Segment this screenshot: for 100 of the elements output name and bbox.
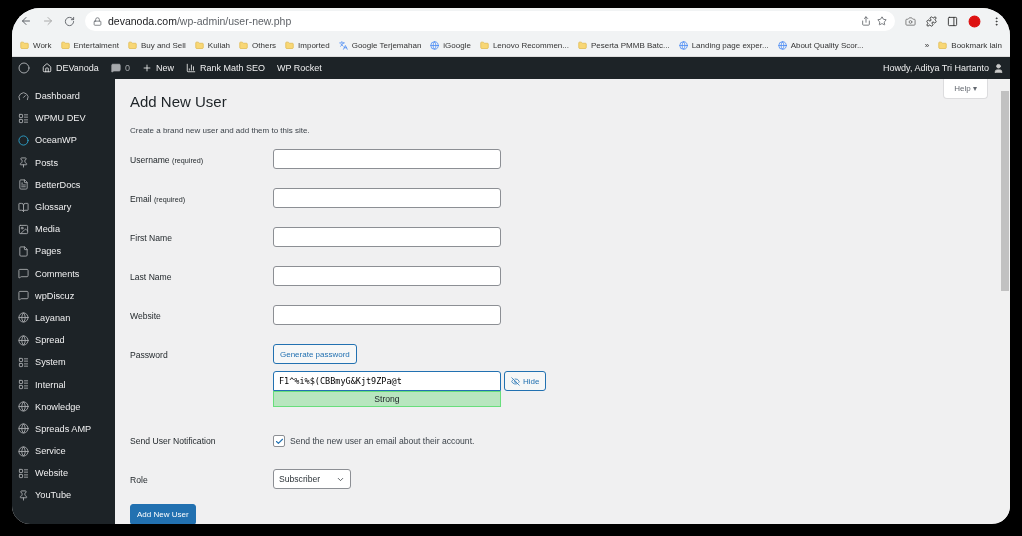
folder-icon	[194, 40, 204, 50]
folder-icon	[127, 40, 137, 50]
address-bar[interactable]: devanoda.com/wp-admin/user-new.php	[85, 11, 895, 31]
menu-item-icon	[18, 312, 29, 324]
bookmark-item[interactable]: Kuliah	[194, 40, 231, 50]
folder-icon	[239, 40, 249, 50]
bookmark-item[interactable]: Imported	[285, 40, 330, 50]
site-link[interactable]: DEVanoda	[42, 63, 99, 73]
folder-icon	[479, 40, 489, 50]
menu-item-icon	[18, 467, 29, 479]
bookmark-item[interactable]: Buy and Sell	[127, 40, 186, 50]
reload-icon[interactable]	[64, 15, 75, 27]
sidebar-item[interactable]: wpDiscuz	[12, 284, 115, 307]
eye-slash-icon	[511, 376, 520, 386]
menu-item-icon	[18, 423, 29, 435]
generate-password-button[interactable]: Generate password	[273, 344, 357, 364]
avatar-icon	[993, 62, 1004, 74]
sidebar-item[interactable]: Internal	[12, 373, 115, 396]
more-bookmarks-button[interactable]: »	[924, 40, 930, 50]
menu-item-icon	[18, 489, 29, 501]
text-field[interactable]	[273, 227, 501, 247]
password-field[interactable]: F1^%i%$(CBBmyG&Kjt9ZPa@t	[273, 371, 501, 391]
sidebar-item[interactable]: WPMU DEV	[12, 107, 115, 130]
bookmark-item[interactable]: Entertaiment	[60, 40, 119, 50]
admin-bar-link[interactable]: Rank Math SEO	[185, 63, 265, 73]
menu-item-icon	[18, 334, 29, 346]
folder-icon	[577, 40, 587, 50]
sidebar-item[interactable]: Comments	[12, 262, 115, 285]
folder-icon	[60, 40, 70, 50]
menu-item-icon	[18, 401, 29, 413]
bookmark-item[interactable]: Google Terjemahan	[338, 40, 422, 50]
text-field[interactable]	[273, 188, 501, 208]
text-field[interactable]	[273, 266, 501, 286]
sidebar-item[interactable]: Posts	[12, 151, 115, 174]
sidebar-item[interactable]: Glossary	[12, 195, 115, 219]
comment-icon	[110, 63, 121, 73]
folder-icon	[938, 40, 948, 50]
sidebar-item[interactable]: Layanan	[12, 306, 115, 330]
folder-icon	[285, 40, 295, 50]
bookmark-item[interactable]: Lenovo Recommen...	[479, 40, 569, 50]
admin-bar-link[interactable]: WP Rocket	[276, 63, 322, 73]
menu-item-icon	[18, 268, 29, 280]
page-description: Create a brand new user and add them to this site.	[130, 126, 311, 135]
star-icon[interactable]	[877, 16, 887, 26]
sidebar-item[interactable]: Service	[12, 440, 115, 463]
menu-item-icon	[18, 356, 29, 368]
menu-item-icon	[18, 223, 29, 235]
sidebar-item[interactable]: Knowledge	[12, 395, 115, 418]
bookmark-item[interactable]: Bookmark lain	[938, 40, 1002, 50]
account-link[interactable]: Howdy, Aditya Tri Hartanto	[883, 62, 1004, 74]
role-select[interactable]: Subscriber	[273, 469, 351, 489]
sidebar-item[interactable]: OceanWP	[12, 129, 115, 152]
menu-item-icon	[18, 445, 29, 457]
menu-item-icon	[18, 134, 29, 146]
bookmark-item[interactable]: iGoogle	[430, 40, 471, 50]
bookmark-item[interactable]: Landing page exper...	[678, 40, 769, 50]
sidebar-item[interactable]: YouTube	[12, 484, 115, 507]
menu-item-icon	[18, 201, 29, 213]
translate-icon	[338, 40, 348, 50]
hide-button[interactable]: Hide	[504, 371, 547, 391]
camera-icon[interactable]	[905, 15, 916, 27]
share-icon[interactable]	[861, 16, 871, 26]
home-icon	[42, 63, 52, 73]
new-link[interactable]: New	[141, 63, 174, 73]
menu-item-icon	[18, 112, 29, 124]
menu-item-icon	[18, 290, 29, 302]
globe-icon	[678, 40, 688, 50]
sidebar-item[interactable]: System	[12, 351, 115, 374]
field-label: Role	[130, 474, 149, 487]
panel-icon[interactable]	[947, 15, 958, 27]
sidebar-item[interactable]: Spreads AMP	[12, 417, 115, 440]
bookmark-item[interactable]: About Quality Scor...	[777, 40, 864, 50]
bookmark-item[interactable]: Others	[239, 40, 277, 50]
back-icon[interactable]	[20, 15, 32, 27]
text-field[interactable]	[273, 305, 501, 325]
scrollbar-thumb[interactable]	[1001, 91, 1009, 291]
bookmark-item[interactable]: Peserta PMMB Batc...	[577, 40, 670, 50]
page-title: Add New User	[130, 93, 228, 110]
folder-icon	[20, 40, 29, 50]
profile-avatar[interactable]	[968, 14, 981, 28]
help-button[interactable]: Help ▾	[943, 79, 988, 99]
strength-meter: Strong	[273, 391, 501, 407]
sidebar-item[interactable]: Pages	[12, 240, 115, 263]
plus-icon	[141, 63, 152, 73]
sidebar-item[interactable]: Website	[12, 462, 115, 485]
checkbox[interactable]	[273, 435, 285, 447]
comments-link[interactable]: 0	[110, 63, 130, 73]
menu-item-icon	[18, 157, 29, 169]
sidebar-item[interactable]: Media	[12, 218, 115, 241]
bookmark-item[interactable]: Work	[20, 40, 52, 50]
puzzle-icon[interactable]	[926, 15, 937, 27]
field-label: Website	[130, 310, 162, 323]
checkbox-label: Send the new user an email about their account.	[290, 436, 475, 446]
url-text: devanoda.com/wp-admin/user-new.php	[108, 15, 292, 27]
sidebar-item[interactable]: Spread	[12, 329, 115, 352]
field-label: Last Name	[130, 271, 173, 284]
add-user-button[interactable]: Add New User	[130, 504, 196, 524]
sidebar-item[interactable]: BetterDocs	[12, 173, 115, 196]
text-field[interactable]	[273, 149, 501, 169]
sidebar-item[interactable]: Dashboard	[12, 85, 115, 108]
